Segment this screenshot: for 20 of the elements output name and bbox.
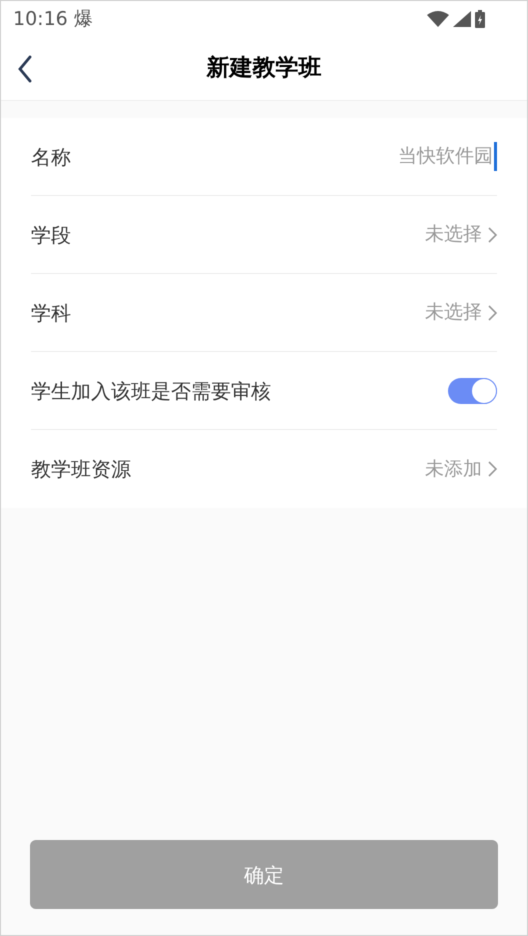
wifi-icon bbox=[427, 11, 449, 27]
chevron-right-icon bbox=[488, 461, 497, 477]
toggle-switch[interactable] bbox=[448, 378, 497, 404]
signal-icon bbox=[453, 11, 471, 27]
select-value[interactable]: 未选择 bbox=[425, 298, 482, 327]
page-title: 新建教学班 bbox=[206, 54, 322, 84]
name-input-field[interactable]: 当快软件园 bbox=[277, 142, 497, 171]
field-label: 名称 bbox=[31, 144, 71, 170]
notification-text: 爆 bbox=[74, 6, 93, 32]
field-label: 学科 bbox=[31, 300, 71, 326]
field-label: 学段 bbox=[31, 222, 71, 248]
chevron-right-icon bbox=[488, 304, 497, 320]
status-time: 10:16 bbox=[13, 6, 68, 32]
select-value[interactable]: 未添加 bbox=[425, 454, 482, 484]
select-value[interactable]: 未选择 bbox=[425, 220, 482, 249]
back-icon[interactable] bbox=[17, 54, 33, 82]
chevron-right-icon bbox=[488, 226, 497, 242]
field-label: 学生加入该班是否需要审核 bbox=[31, 378, 271, 404]
battery-icon bbox=[475, 10, 485, 28]
field-label: 教学班资源 bbox=[31, 456, 131, 483]
